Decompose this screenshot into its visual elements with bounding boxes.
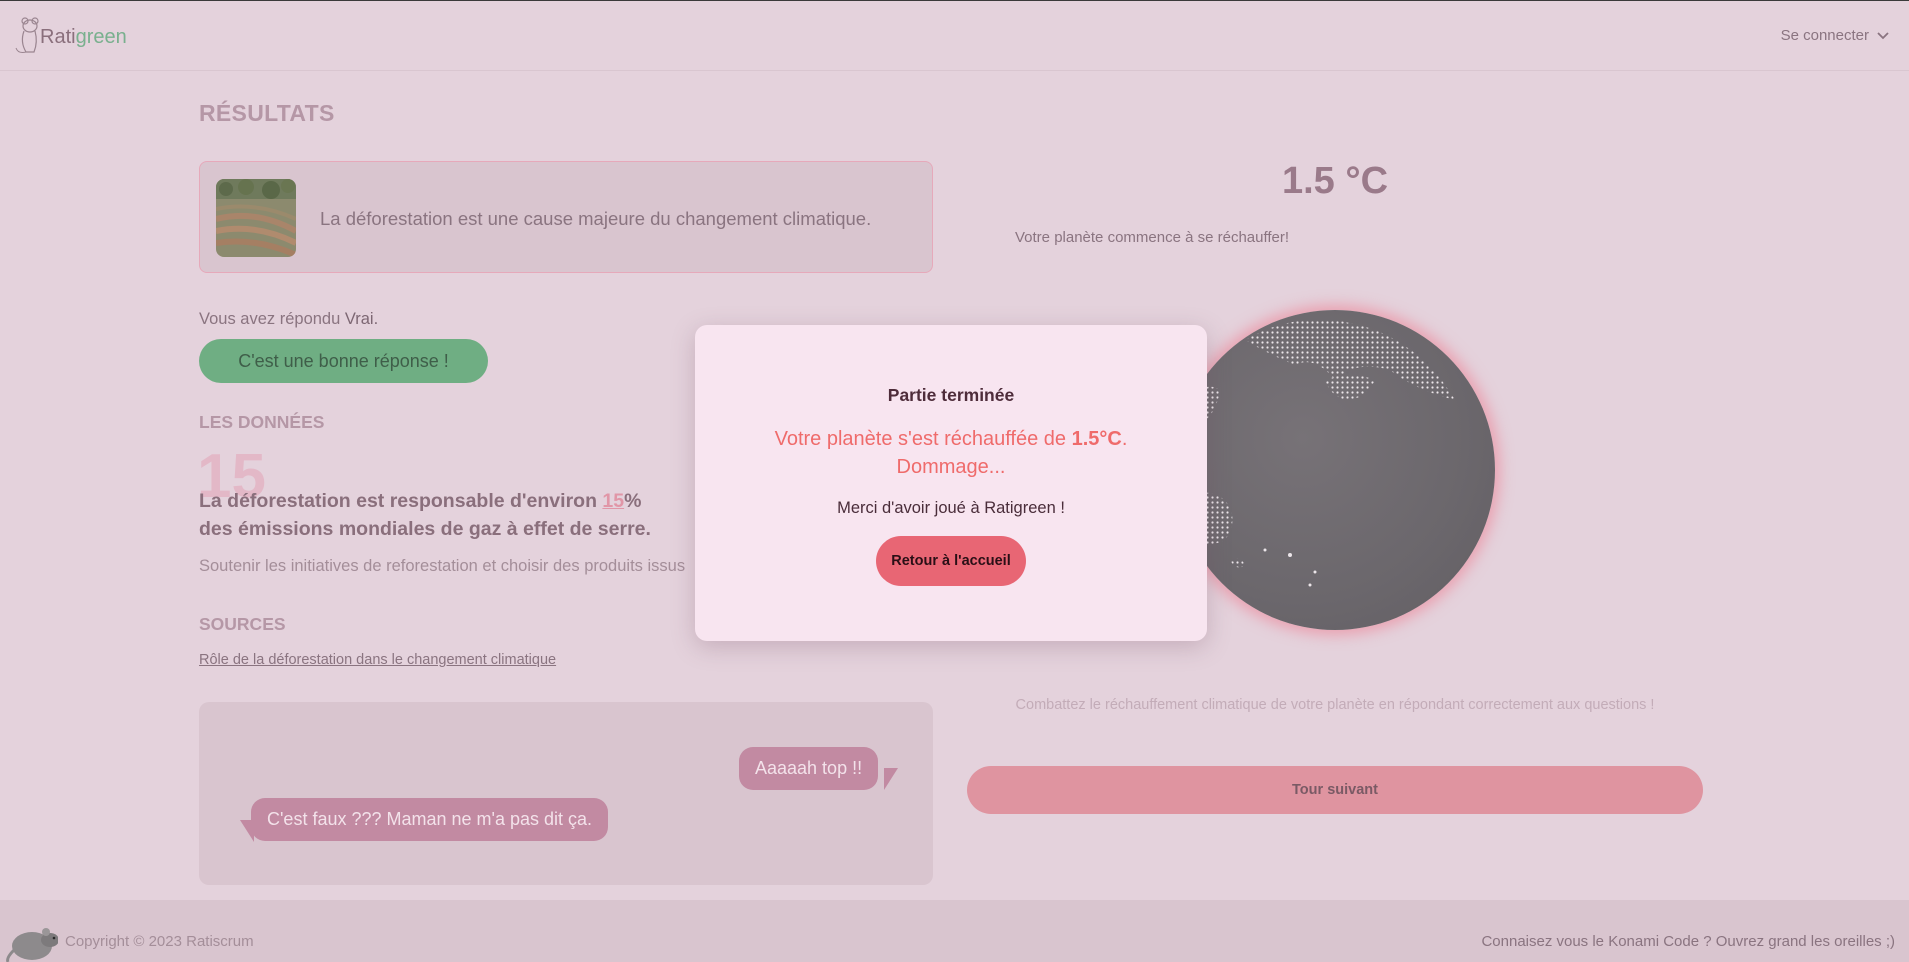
temperature-value: 1.5 °C <box>1281 160 1389 202</box>
fact-suffix: % <box>624 490 642 512</box>
copyright-text: Copyright © 2023 Ratiscrum <box>65 933 254 950</box>
login-dropdown[interactable]: Se connecter <box>1781 27 1889 44</box>
modal-title: Partie terminée <box>887 385 1015 405</box>
chat-panel: Aaaaah top !! C'est faux ??? Maman ne m'… <box>199 702 933 885</box>
hint-text: Combattez le réchauffement climatique de… <box>1015 697 1655 713</box>
advice-text: Soutenir les initiatives de reforestatio… <box>199 557 686 575</box>
modal-thanks: Merci d'avoir joué à Ratigreen ! <box>837 499 1065 517</box>
chevron-down-icon <box>1877 31 1889 39</box>
game-over-modal: Partie terminée Votre planète s'est réch… <box>695 325 1207 641</box>
footer: Copyright © 2023 Ratiscrum Connaisez vou… <box>0 900 1909 962</box>
deforestation-image <box>216 179 296 257</box>
fact-percent: 15 <box>602 490 625 512</box>
logo[interactable]: Ratigreen <box>14 13 127 57</box>
modal-msg-value: 1.5°C <box>1071 428 1122 450</box>
fact-line2: des émissions mondiales de gaz à effet d… <box>199 518 651 540</box>
fact-text: La déforestation est responsable d'envir… <box>199 487 759 543</box>
konami-text: Connaisez vous le Konami Code ? Ouvrez g… <box>1481 933 1895 950</box>
rat-logo-icon <box>15 17 39 53</box>
correct-answer-badge: C'est une bonne réponse ! <box>199 339 488 383</box>
page: Ratigreen Se connecter RÉSULTATS La défo… <box>0 0 1909 962</box>
modal-msg-line2: Dommage... <box>896 456 1006 478</box>
answer-value: Vrai. <box>344 310 379 328</box>
answer-prefix: Vous avez répondu <box>199 310 345 328</box>
logo-text-rati: Rati <box>40 25 76 48</box>
modal-message: Votre planète s'est réchauffée de 1.5°C.… <box>735 425 1167 481</box>
continent-dots <box>1185 319 1455 587</box>
top-nav: Ratigreen Se connecter <box>0 0 1909 71</box>
temperature-message: Votre planète commence à se réchauffer! <box>1015 229 1290 246</box>
logo-text-green: green <box>75 25 127 48</box>
modal-msg-suffix: . <box>1121 428 1128 450</box>
results-title: RÉSULTATS <box>199 100 335 126</box>
login-label: Se connecter <box>1780 27 1869 44</box>
sources-heading: SOURCES <box>199 614 286 634</box>
fact-prefix: La déforestation est responsable d'envir… <box>199 490 603 512</box>
question-text: La déforestation est une cause majeure d… <box>320 208 872 229</box>
chat-bubble-right: Aaaaah top !! <box>739 747 879 790</box>
bubble-tail-right <box>884 768 898 790</box>
next-round-button[interactable]: Tour suivant <box>967 766 1703 814</box>
source-link[interactable]: Rôle de la déforestation dans le changem… <box>199 652 556 668</box>
question-card: La déforestation est une cause majeure d… <box>199 161 933 273</box>
globe <box>1175 310 1495 630</box>
answer-line: Vous avez répondu Vrai. <box>199 310 378 329</box>
modal-msg-prefix: Votre planète s'est réchauffée de <box>774 428 1072 450</box>
chat-bubble-left: C'est faux ??? Maman ne m'a pas dit ça. <box>251 798 609 841</box>
rat-icon <box>6 928 58 962</box>
back-home-button[interactable]: Retour à l'accueil <box>876 536 1026 586</box>
data-heading: LES DONNÉES <box>199 412 325 432</box>
